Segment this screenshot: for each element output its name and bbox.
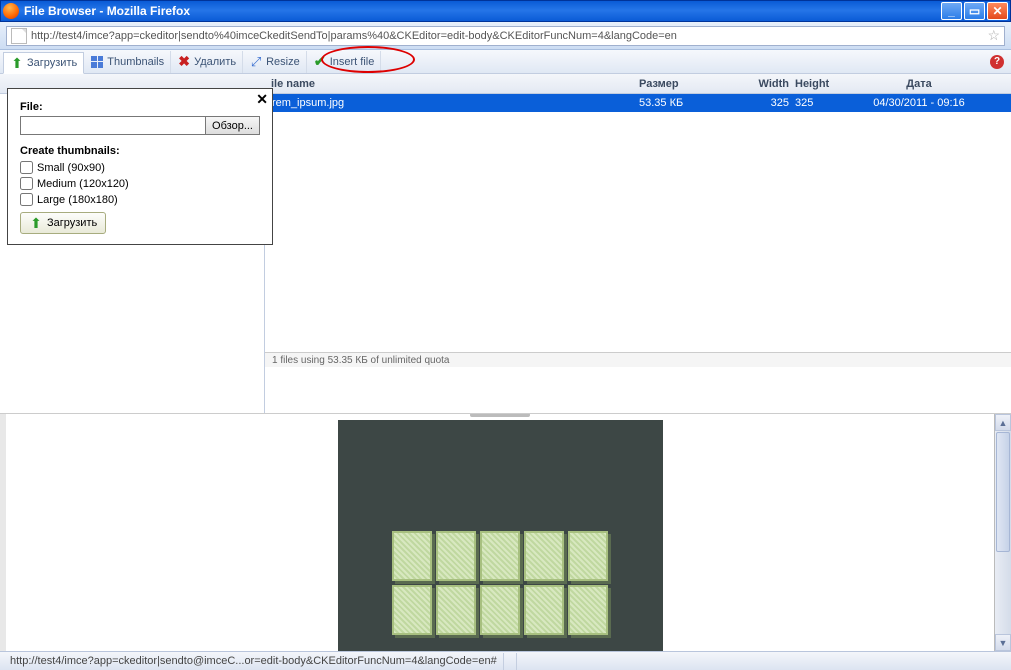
thumb-medium-label: Medium (120x120): [37, 178, 129, 190]
preview-pane: ▲ ▼: [0, 413, 1011, 651]
upload-icon: ⬆: [10, 56, 24, 70]
scroll-down-icon[interactable]: ▼: [995, 634, 1011, 651]
upload-button[interactable]: ⬆ Загрузить: [3, 52, 84, 74]
status-link: http://test4/imce?app=ckeditor|sendto@im…: [4, 653, 504, 670]
resize-button[interactable]: ⤢ Resize: [243, 51, 307, 73]
scroll-up-icon[interactable]: ▲: [995, 414, 1011, 431]
page-icon: [11, 28, 27, 44]
addressbar-row: http://test4/imce?app=ckeditor|sendto%40…: [0, 22, 1011, 50]
insert-file-button[interactable]: ✔ Insert file: [307, 51, 382, 73]
window-titlebar: File Browser - Mozilla Firefox _ ▭ ✕: [0, 0, 1011, 22]
statusbar: http://test4/imce?app=ckeditor|sendto@im…: [0, 651, 1011, 670]
browse-button[interactable]: Обзор...: [205, 116, 260, 135]
resize-label: Resize: [266, 56, 300, 68]
insert-label: Insert file: [330, 56, 375, 68]
thumbnails-label: Thumbnails: [107, 56, 164, 68]
thumbs-label: Create thumbnails:: [20, 145, 260, 157]
cell-width: 325: [739, 97, 789, 109]
delete-label: Удалить: [194, 56, 236, 68]
help-icon[interactable]: ?: [990, 55, 1004, 69]
upload-icon: ⬆: [29, 216, 43, 230]
upload-submit-button[interactable]: ⬆ Загрузить: [20, 212, 106, 234]
firefox-icon: [3, 3, 19, 19]
cell-date: 04/30/2011 - 09:16: [844, 97, 994, 109]
bookmark-star-icon[interactable]: ☆: [987, 27, 1000, 44]
url-text: http://test4/imce?app=ckeditor|sendto%40…: [31, 30, 677, 42]
thumb-large-label: Large (180x180): [37, 194, 118, 206]
delete-button[interactable]: ✖ Удалить: [171, 51, 243, 73]
upload-submit-label: Загрузить: [47, 217, 97, 229]
maximize-button[interactable]: ▭: [964, 2, 985, 20]
delete-icon: ✖: [177, 55, 191, 69]
cell-height: 325: [789, 97, 844, 109]
dialog-close-icon[interactable]: ✕: [256, 91, 268, 108]
scroll-thumb[interactable]: [996, 432, 1010, 552]
header-width[interactable]: Width: [739, 78, 789, 90]
imce-toolbar: ⬆ Загрузить Thumbnails ✖ Удалить ⤢ Resiz…: [0, 50, 1011, 74]
status-seg-2: [504, 653, 517, 670]
check-icon: ✔: [313, 55, 327, 69]
header-date[interactable]: Дата: [844, 78, 994, 90]
header-height[interactable]: Height: [789, 78, 844, 90]
thumb-small-checkbox[interactable]: [20, 161, 33, 174]
thumb-medium-checkbox[interactable]: [20, 177, 33, 190]
resize-icon: ⤢: [249, 55, 263, 69]
addressbar[interactable]: http://test4/imce?app=ckeditor|sendto%40…: [6, 26, 1005, 46]
thumb-small-label: Small (90x90): [37, 162, 105, 174]
file-input[interactable]: [20, 116, 205, 135]
cell-size: 53.35 КБ: [639, 97, 739, 109]
file-label: File:: [20, 101, 260, 113]
thumb-large-checkbox[interactable]: [20, 193, 33, 206]
upload-dialog: ✕ File: Обзор... Create thumbnails: Smal…: [7, 88, 273, 245]
minimize-button[interactable]: _: [941, 2, 962, 20]
upload-label: Загрузить: [27, 57, 77, 69]
resize-handle[interactable]: [470, 414, 530, 417]
preview-main: [6, 414, 994, 651]
thumbnails-button[interactable]: Thumbnails: [84, 51, 171, 73]
header-size[interactable]: Размер: [639, 78, 739, 90]
thumbnails-icon: [90, 55, 104, 69]
preview-scrollbar[interactable]: ▲ ▼: [994, 414, 1011, 651]
window-title: File Browser - Mozilla Firefox: [24, 4, 941, 18]
close-button[interactable]: ✕: [987, 2, 1008, 20]
preview-image: [338, 420, 663, 651]
